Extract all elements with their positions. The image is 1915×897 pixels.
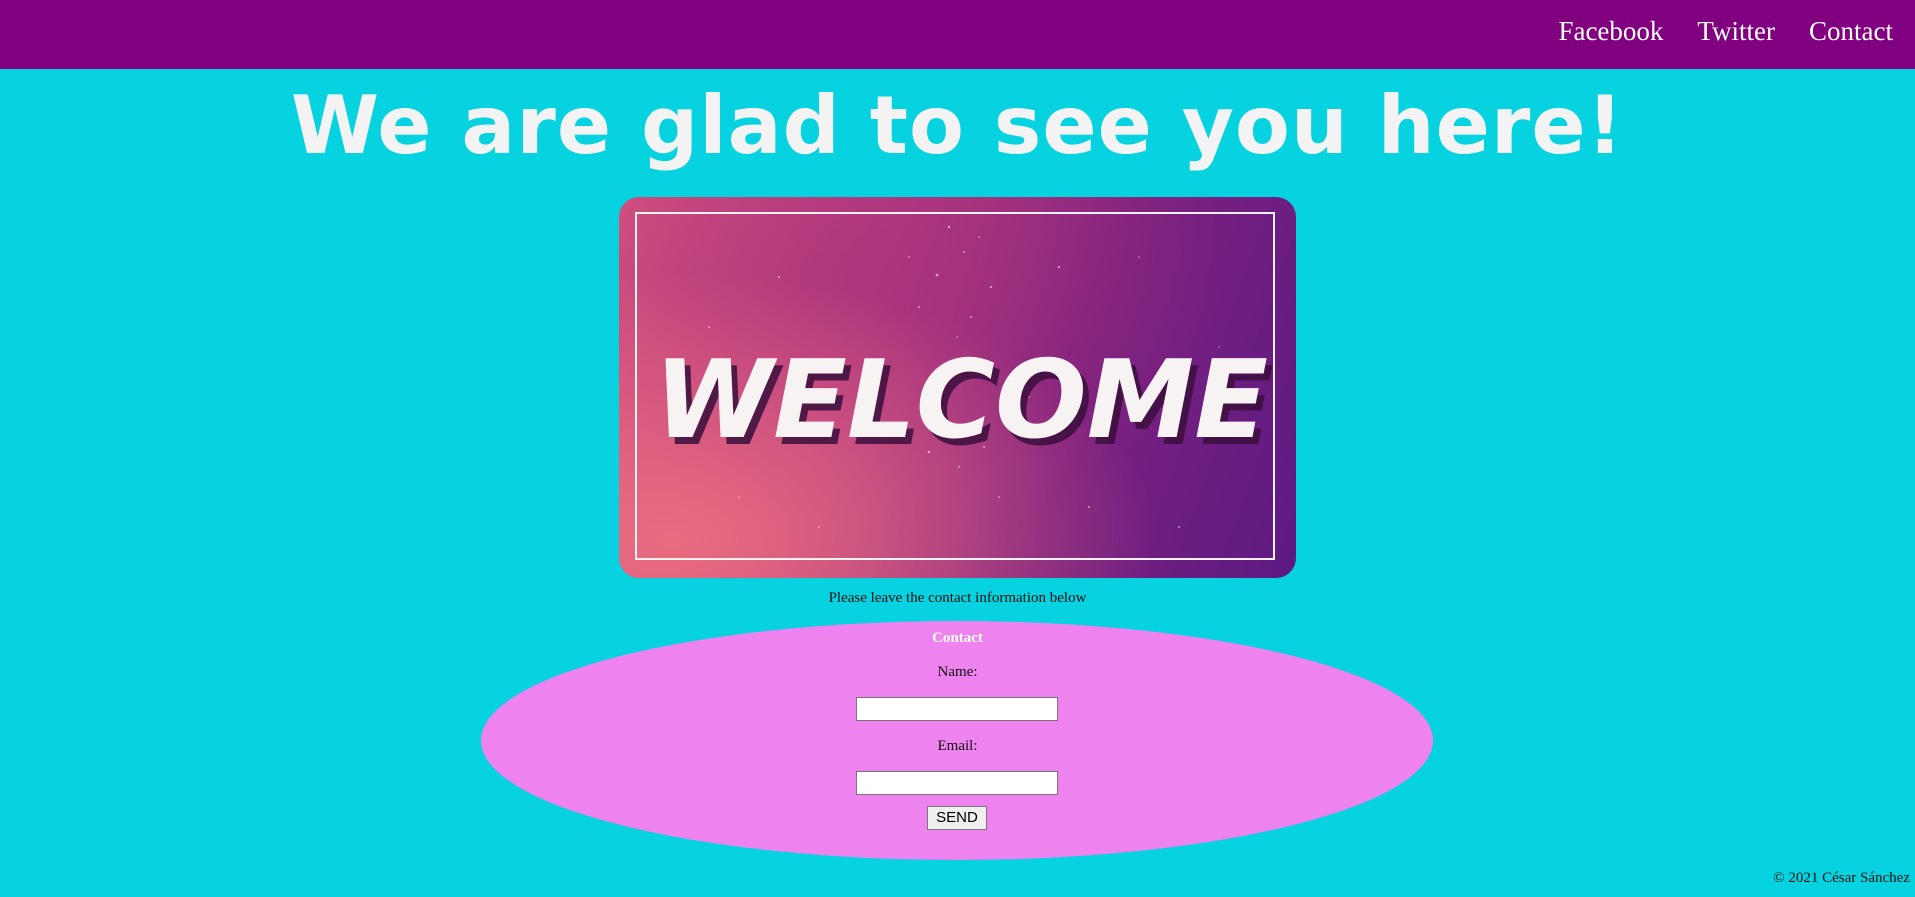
send-button[interactable]: SEND bbox=[927, 806, 987, 830]
contact-form-title: Contact bbox=[932, 630, 983, 646]
welcome-banner-image: WELCOME WELCOME bbox=[619, 197, 1296, 578]
welcome-lettering: WELCOME WELCOME bbox=[654, 338, 1274, 470]
name-label: Name: bbox=[937, 664, 978, 680]
nav-link-contact[interactable]: Contact bbox=[1809, 15, 1893, 47]
page-headline: We are glad to see you here! bbox=[290, 79, 1625, 172]
email-input[interactable] bbox=[856, 771, 1058, 795]
nav-link-twitter[interactable]: Twitter bbox=[1697, 15, 1775, 47]
welcome-text: WELCOME bbox=[654, 338, 1268, 463]
copyright-footer: © 2021 César Sánchez bbox=[1773, 870, 1910, 886]
top-navigation-bar: Facebook Twitter Contact bbox=[0, 0, 1915, 69]
nav-link-facebook[interactable]: Facebook bbox=[1558, 15, 1663, 47]
nav-links: Facebook Twitter Contact bbox=[1558, 15, 1893, 47]
contact-caption: Please leave the contact information bel… bbox=[828, 590, 1087, 606]
name-input[interactable] bbox=[856, 697, 1058, 721]
email-label: Email: bbox=[937, 738, 978, 754]
